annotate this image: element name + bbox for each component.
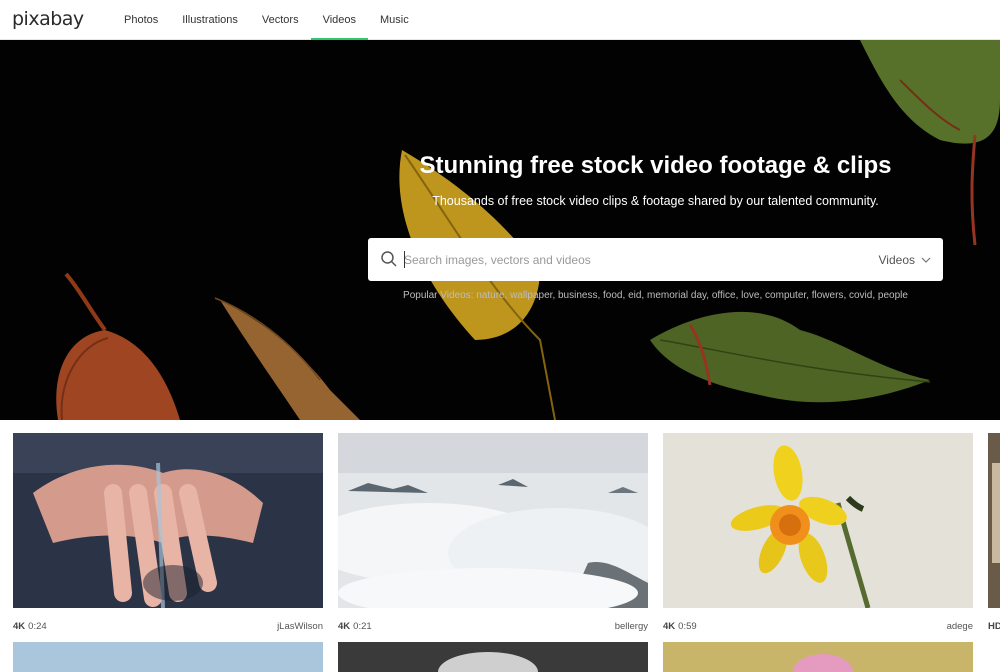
popular-tag[interactable]: memorial day — [647, 290, 706, 301]
video-card[interactable]: HD — [988, 433, 1000, 639]
top-navigation-bar: pixabay Photos Illustrations Vectors Vid… — [0, 0, 1000, 40]
video-author[interactable]: bellergy — [615, 621, 648, 632]
video-author[interactable]: jLasWilson — [277, 621, 323, 632]
popular-tag[interactable]: people — [878, 290, 908, 301]
video-quality: HD — [988, 620, 1000, 632]
video-thumbnail[interactable] — [988, 433, 1000, 608]
popular-tag[interactable]: flowers — [812, 290, 844, 301]
media-type-label: Videos — [878, 252, 915, 267]
hero-banner: Stunning free stock video footage & clip… — [0, 40, 1000, 420]
popular-tag[interactable]: office — [712, 290, 736, 301]
video-thumbnail[interactable] — [338, 642, 648, 672]
video-thumbnail[interactable] — [13, 433, 323, 609]
nav-vectors[interactable]: Vectors — [250, 0, 311, 40]
video-quality: 4K — [663, 620, 676, 632]
video-card[interactable]: 4K 0:24 jLasWilson — [13, 433, 323, 639]
search-icon[interactable] — [380, 250, 398, 268]
video-quality: 4K — [13, 620, 26, 632]
hero-title: Stunning free stock video footage & clip… — [419, 152, 892, 179]
popular-tag[interactable]: business — [558, 290, 597, 301]
video-duration: 0:21 — [353, 620, 372, 632]
popular-tag[interactable]: wallpaper — [510, 290, 552, 301]
video-meta: 4K 0:21 bellergy — [338, 613, 648, 639]
video-quality: 4K — [338, 620, 351, 632]
nav-illustrations[interactable]: Illustrations — [170, 0, 250, 40]
popular-tag[interactable]: nature — [476, 290, 504, 301]
video-card[interactable] — [338, 642, 648, 672]
text-cursor — [404, 251, 405, 268]
popular-tag[interactable]: covid — [849, 290, 872, 301]
video-duration: 0:24 — [28, 620, 47, 632]
video-thumbnail[interactable] — [308, 433, 668, 618]
nav-videos[interactable]: Videos — [310, 0, 369, 40]
video-author[interactable]: adege — [947, 621, 973, 632]
video-thumbnail[interactable] — [663, 433, 973, 609]
video-card[interactable] — [663, 642, 973, 672]
popular-tag[interactable]: love — [741, 290, 759, 301]
search-input[interactable] — [404, 238, 834, 281]
chevron-down-icon — [921, 257, 931, 263]
video-card[interactable]: 4K 0:59 adege — [663, 433, 973, 639]
video-card[interactable]: 4K 0:21 bellergy — [308, 433, 668, 639]
pixabay-logo[interactable]: pixabay — [12, 8, 84, 30]
popular-tag[interactable]: food — [603, 290, 622, 301]
video-card[interactable] — [13, 642, 323, 672]
popular-label: Popular Videos: — [403, 290, 474, 301]
hero-background-video — [0, 40, 1000, 420]
media-type-dropdown[interactable]: Videos — [879, 238, 931, 281]
video-meta: 4K 0:24 jLasWilson — [13, 613, 323, 639]
main-nav: Photos Illustrations Vectors Videos Musi… — [112, 0, 421, 40]
popular-searches: Popular Videos: nature, wallpaper, busin… — [403, 290, 908, 301]
video-duration: 0:59 — [678, 620, 697, 632]
nav-music[interactable]: Music — [368, 0, 421, 40]
video-meta: 4K 0:59 adege — [663, 613, 973, 639]
video-thumbnail[interactable] — [663, 642, 973, 672]
video-grid: 4K 0:24 jLasWilson 4K 0:21 bellergy 4K 0… — [0, 420, 1000, 672]
video-meta: HD — [988, 613, 1000, 639]
video-thumbnail[interactable] — [13, 642, 323, 672]
popular-tag[interactable]: eid — [628, 290, 641, 301]
search-bar: Videos — [368, 238, 943, 281]
popular-tag[interactable]: computer — [765, 290, 806, 301]
hero-subtitle: Thousands of free stock video clips & fo… — [432, 194, 879, 208]
nav-photos[interactable]: Photos — [112, 0, 170, 40]
